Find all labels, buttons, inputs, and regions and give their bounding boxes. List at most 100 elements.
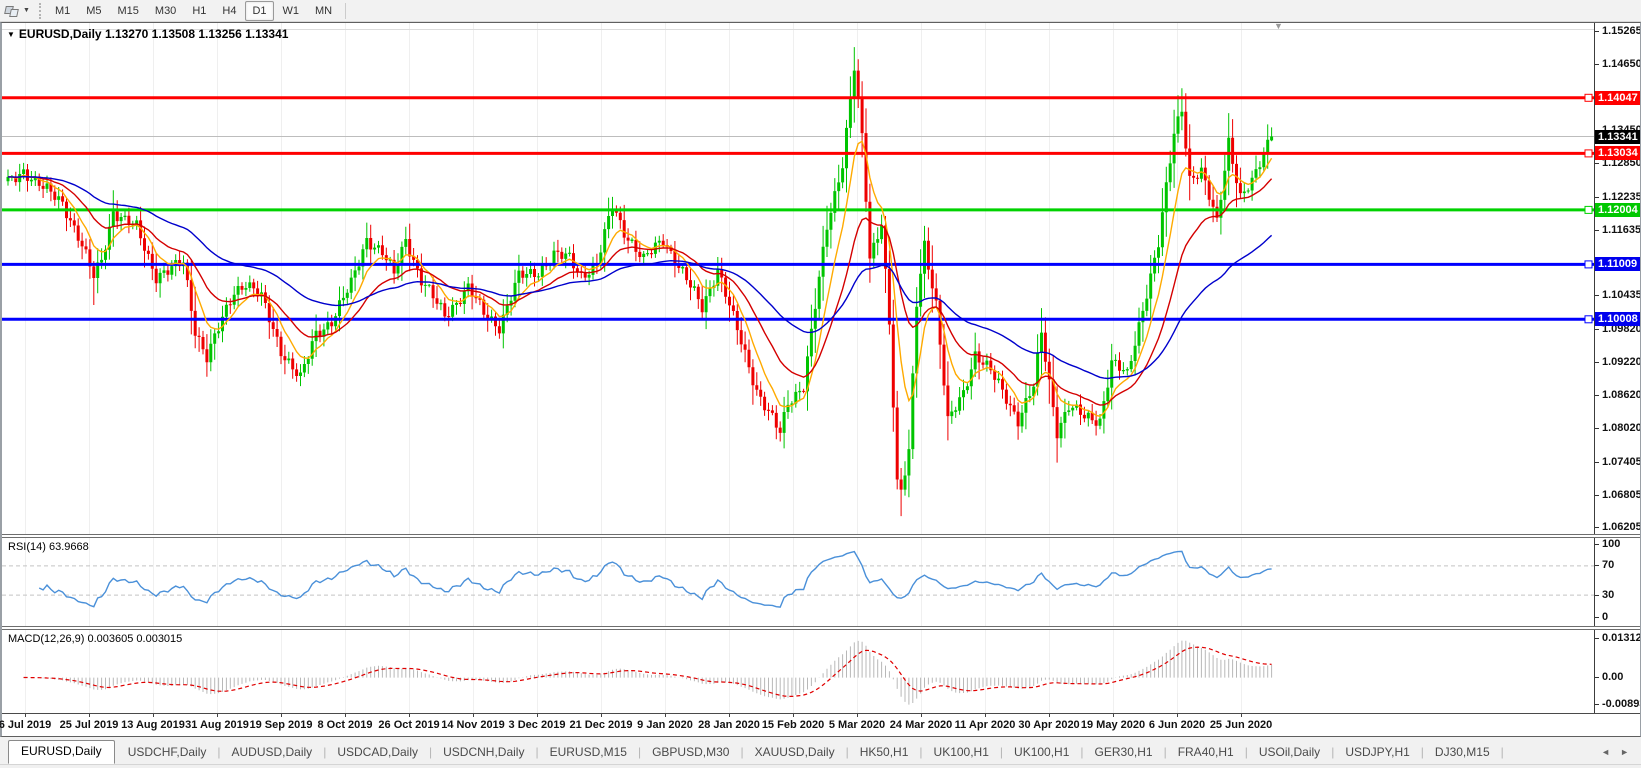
tabs-next-button[interactable]: ► xyxy=(1620,747,1629,757)
date-tickmark xyxy=(153,714,154,717)
hline-handle-support-1.12004[interactable] xyxy=(1585,206,1592,213)
macd-chart[interactable] xyxy=(2,630,1596,713)
date-axis[interactable]: 6 Jul 201925 Jul 201913 Aug 201931 Aug 2… xyxy=(2,713,1640,736)
chart-tab-gbpusd-m30[interactable]: GBPUSD,M30 xyxy=(641,741,740,764)
date-tick-label: 26 Oct 2019 xyxy=(378,719,439,731)
chart-tab-ger30-h1[interactable]: GER30,H1 xyxy=(1084,741,1164,764)
timeframe-button-h1[interactable]: H1 xyxy=(185,1,213,21)
candlestick-chart[interactable] xyxy=(2,23,1596,534)
rsi-line xyxy=(39,551,1271,607)
vertical-gridlines xyxy=(26,538,1242,626)
price-tick-label: 1.10435 xyxy=(1595,289,1640,302)
slow-ma-line xyxy=(8,177,1272,379)
price-tick-label: 1.15265 xyxy=(1595,25,1640,38)
date-tick-label: 6 Jun 2020 xyxy=(1149,719,1205,731)
down-candle-wicks xyxy=(16,59,1241,516)
date-tick-label: 24 Mar 2020 xyxy=(890,719,952,731)
macd-axis[interactable]: 0.0131210.00-0.008933 xyxy=(1594,630,1640,713)
chart-tab-uk100-h1[interactable]: UK100,H1 xyxy=(1003,741,1080,764)
date-tickmark xyxy=(89,714,90,717)
date-tickmark xyxy=(601,714,602,717)
date-tickmark xyxy=(665,714,666,717)
chart-tab-dj30-m15[interactable]: DJ30,M15 xyxy=(1424,741,1501,764)
price-badge-support-1.11009: 1.11009 xyxy=(1595,257,1640,271)
chart-tab-xauusd-daily[interactable]: XAUUSD,Daily xyxy=(744,741,846,764)
price-badge-resistance-1.14047: 1.14047 xyxy=(1595,91,1640,105)
chart-tab-usdcad-daily[interactable]: USDCAD,Daily xyxy=(326,741,429,764)
timeframe-button-m1[interactable]: M1 xyxy=(48,1,77,21)
date-tickmark xyxy=(281,714,282,717)
date-tickmark xyxy=(729,714,730,717)
chart-tab-eurusd-daily[interactable]: EURUSD,Daily xyxy=(8,740,115,764)
date-tick-label: 19 May 2020 xyxy=(1081,719,1145,731)
tabs-prev-button[interactable]: ◄ xyxy=(1601,747,1610,757)
macd-tick-label: -0.008933 xyxy=(1595,698,1640,711)
price-badge-support-1.12004: 1.12004 xyxy=(1595,203,1640,217)
rsi-tick-label: 70 xyxy=(1595,559,1640,572)
date-tick-label: 3 Dec 2019 xyxy=(509,719,566,731)
date-tickmark xyxy=(217,714,218,717)
chart-shift-marker-icon[interactable]: ▼ xyxy=(1274,23,1283,31)
price-tick-label: 1.11635 xyxy=(1595,224,1640,237)
profiles-dropdown-icon[interactable]: ▼ xyxy=(23,7,30,14)
date-tick-label: 21 Dec 2019 xyxy=(570,719,633,731)
timeframe-button-w1[interactable]: W1 xyxy=(276,1,307,21)
timeframe-button-m30[interactable]: M30 xyxy=(148,1,183,21)
date-tick-label: 31 Aug 2019 xyxy=(185,719,249,731)
date-tick-label: 30 Apr 2020 xyxy=(1018,719,1079,731)
timeframe-toolbar: ▼ M1M5M15M30H1H4D1W1MN xyxy=(0,0,1641,22)
macd-label: MACD(12,26,9) 0.003605 0.003015 xyxy=(8,633,182,645)
date-tickmark xyxy=(921,714,922,717)
timeframe-button-mn[interactable]: MN xyxy=(308,1,339,21)
tab-divider: | xyxy=(1501,745,1504,764)
chart-window: ▼EURUSD,Daily 1.13270 1.13508 1.13256 1.… xyxy=(0,22,1641,737)
date-tickmark xyxy=(857,714,858,717)
price-badge-current: 1.13341 xyxy=(1595,130,1640,144)
hline-handle-resistance-1.14047[interactable] xyxy=(1585,94,1592,101)
chart-tab-usdjpy-h1[interactable]: USDJPY,H1 xyxy=(1334,741,1420,764)
rsi-chart[interactable] xyxy=(2,538,1596,626)
hline-handle-support-1.10008[interactable] xyxy=(1585,316,1592,323)
chart-tab-usoil-daily[interactable]: USOil,Daily xyxy=(1248,741,1331,764)
mt4-terminal: ▼ M1M5M15M30H1H4D1W1MN ▼EURUSD,Daily 1.1… xyxy=(0,0,1641,768)
chart-tab-uk100-h1[interactable]: UK100,H1 xyxy=(923,741,1000,764)
up-candle-bodies xyxy=(8,71,1272,490)
chart-title: ▼EURUSD,Daily 1.13270 1.13508 1.13256 1.… xyxy=(7,27,288,41)
profiles-icon[interactable] xyxy=(4,4,20,18)
fast-ma-line xyxy=(8,141,1272,416)
chart-tab-audusd-daily[interactable]: AUDUSD,Daily xyxy=(221,741,324,764)
date-tickmark xyxy=(473,714,474,717)
chart-tab-fra40-h1[interactable]: FRA40,H1 xyxy=(1167,741,1245,764)
date-tickmark xyxy=(793,714,794,717)
chart-tab-hk50-h1[interactable]: HK50,H1 xyxy=(849,741,920,764)
tab-strip: EURUSD,DailyUSDCHF,Daily|AUDUSD,Daily|US… xyxy=(0,737,1504,764)
timeframe-button-m15[interactable]: M15 xyxy=(111,1,146,21)
rsi-axis[interactable]: 10070300 xyxy=(1594,538,1640,626)
price-axis[interactable]: 1.152651.146501.134501.128501.122351.116… xyxy=(1594,23,1640,534)
price-tick-label: 1.08020 xyxy=(1595,422,1640,435)
rsi-tick-label: 0 xyxy=(1595,611,1640,624)
chart-tab-usdcnh-daily[interactable]: USDCNH,Daily xyxy=(432,741,535,764)
rsi-tick-label: 100 xyxy=(1595,538,1640,551)
date-tick-label: 25 Jul 2019 xyxy=(60,719,119,731)
price-tick-label: 1.12235 xyxy=(1595,191,1640,204)
hline-handle-support-1.11009[interactable] xyxy=(1585,261,1592,268)
timeframe-button-d1[interactable]: D1 xyxy=(245,1,273,21)
status-strip xyxy=(0,764,1641,768)
date-tick-label: 14 Nov 2019 xyxy=(441,719,505,731)
date-tick-label: 11 Apr 2020 xyxy=(955,719,1016,731)
date-tickmark xyxy=(985,714,986,717)
main-chart-panel: ▼EURUSD,Daily 1.13270 1.13508 1.13256 1.… xyxy=(2,23,1640,534)
timeframe-button-m5[interactable]: M5 xyxy=(79,1,108,21)
date-tickmark xyxy=(1241,714,1242,717)
toolbar-grip[interactable] xyxy=(39,3,41,19)
chart-dropdown-icon[interactable]: ▼ xyxy=(7,30,15,39)
price-badge-support-1.10008: 1.10008 xyxy=(1595,312,1640,326)
chart-tab-usdchf-daily[interactable]: USDCHF,Daily xyxy=(117,741,218,764)
hline-handle-resistance-1.13034[interactable] xyxy=(1585,150,1592,157)
timeframe-button-h4[interactable]: H4 xyxy=(215,1,243,21)
chart-tab-eurusd-m15[interactable]: EURUSD,M15 xyxy=(539,741,638,764)
down-candle-bodies xyxy=(16,71,1241,490)
macd-tick-label: 0.013121 xyxy=(1595,632,1640,645)
date-tick-label: 8 Oct 2019 xyxy=(317,719,372,731)
